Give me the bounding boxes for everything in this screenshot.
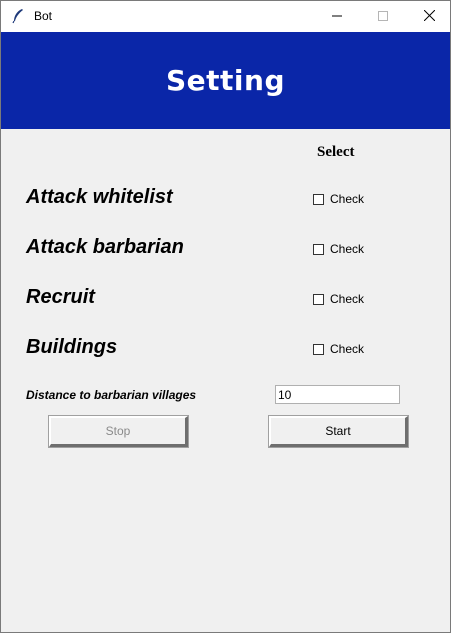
distance-label: Distance to barbarian villages	[26, 388, 197, 402]
checkbox-label: Check	[330, 292, 365, 306]
attack-barbarian-label: Attack barbarian	[26, 236, 184, 258]
buildings-checkbox[interactable]: Check	[313, 342, 364, 356]
bot-window: Bot Setting Select Attack whitelist Chec…	[0, 0, 451, 633]
buildings-label: Buildings	[26, 336, 118, 358]
distance-input[interactable]	[275, 385, 400, 404]
select-column-header: Select	[317, 144, 355, 160]
checkbox-box[interactable]	[313, 293, 324, 305]
recruit-checkbox[interactable]: Check	[313, 292, 364, 306]
attack-barbarian-checkbox[interactable]: Check	[313, 242, 364, 256]
start-button[interactable]: Start	[268, 415, 409, 448]
recruit-label: Recruit	[26, 286, 95, 308]
maximize-icon	[378, 8, 388, 26]
minimize-icon	[332, 8, 342, 26]
checkbox-label: Check	[330, 192, 365, 206]
title-bar[interactable]: Bot	[1, 1, 450, 32]
feather-icon	[11, 8, 25, 24]
close-icon	[423, 8, 435, 26]
maximize-button[interactable]	[360, 1, 406, 32]
attack-whitelist-checkbox[interactable]: Check	[313, 192, 364, 206]
page-title: Setting	[166, 64, 285, 97]
checkbox-box[interactable]	[313, 193, 324, 205]
stop-button[interactable]: Stop	[48, 415, 189, 448]
setting-header: Setting	[1, 32, 450, 129]
checkbox-label: Check	[330, 342, 365, 356]
close-button[interactable]	[406, 1, 450, 32]
attack-whitelist-label: Attack whitelist	[26, 186, 173, 208]
checkbox-label: Check	[330, 242, 365, 256]
checkbox-box[interactable]	[313, 243, 324, 255]
minimize-button[interactable]	[314, 1, 360, 32]
checkbox-box[interactable]	[313, 343, 324, 355]
window-title: Bot	[34, 9, 53, 23]
